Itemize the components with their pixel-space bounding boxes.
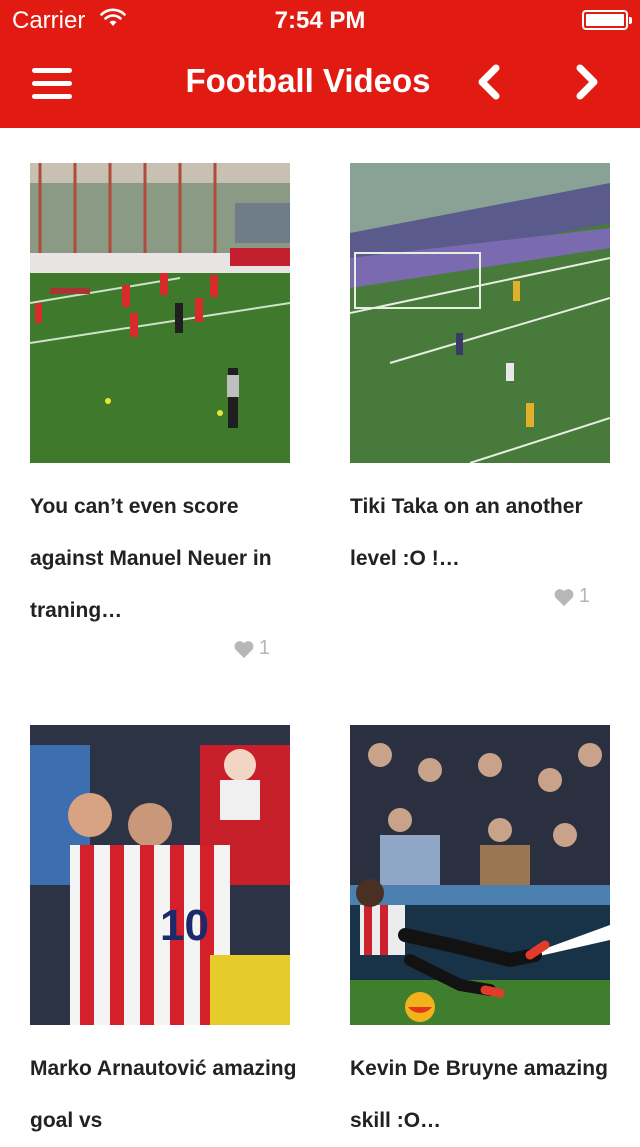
page-title: Football Videos	[185, 62, 431, 99]
like-counter[interactable]: 1	[553, 585, 590, 608]
video-title[interactable]: Kevin De Bruyne amazing skill :O…	[350, 1043, 625, 1147]
battery-icon	[582, 10, 632, 30]
video-card[interactable]: You can’t even score against Manuel Neue…	[30, 163, 290, 683]
video-thumbnail[interactable]	[350, 163, 610, 463]
clock: 7:54 PM	[274, 7, 366, 34]
like-counter[interactable]: 1	[233, 637, 270, 660]
next-button[interactable]	[566, 62, 606, 102]
video-card[interactable]: 10 Marko Arnautović amazing goal vs	[30, 725, 296, 1136]
video-thumbnail[interactable]: 10	[30, 725, 290, 1025]
video-thumbnail[interactable]	[350, 725, 610, 1025]
like-count: 1	[578, 585, 590, 607]
like-count: 1	[258, 637, 270, 659]
menu-button[interactable]	[32, 68, 72, 100]
video-title[interactable]: Marko Arnautović amazing goal vs	[30, 1043, 305, 1147]
navigation-bar: Football Videos	[0, 40, 640, 128]
heart-icon	[234, 640, 254, 658]
chevron-left-icon	[478, 64, 500, 100]
status-bar: Carrier 7:54 PM	[0, 0, 640, 40]
chevron-right-icon	[576, 64, 598, 100]
video-title[interactable]: You can’t even score against Manuel Neue…	[30, 481, 305, 637]
video-title[interactable]: Tiki Taka on an another level :O !…	[350, 481, 625, 585]
heart-icon	[554, 588, 574, 606]
svg-text:10: 10	[160, 901, 209, 950]
video-card[interactable]: Kevin De Bruyne amazing skill :O…	[350, 725, 610, 1136]
video-card[interactable]: Tiki Taka on an another level :O !… 1	[350, 163, 610, 633]
app-header: Carrier 7:54 PM Football Videos	[0, 0, 640, 128]
previous-button[interactable]	[470, 62, 510, 102]
video-thumbnail[interactable]	[30, 163, 290, 463]
